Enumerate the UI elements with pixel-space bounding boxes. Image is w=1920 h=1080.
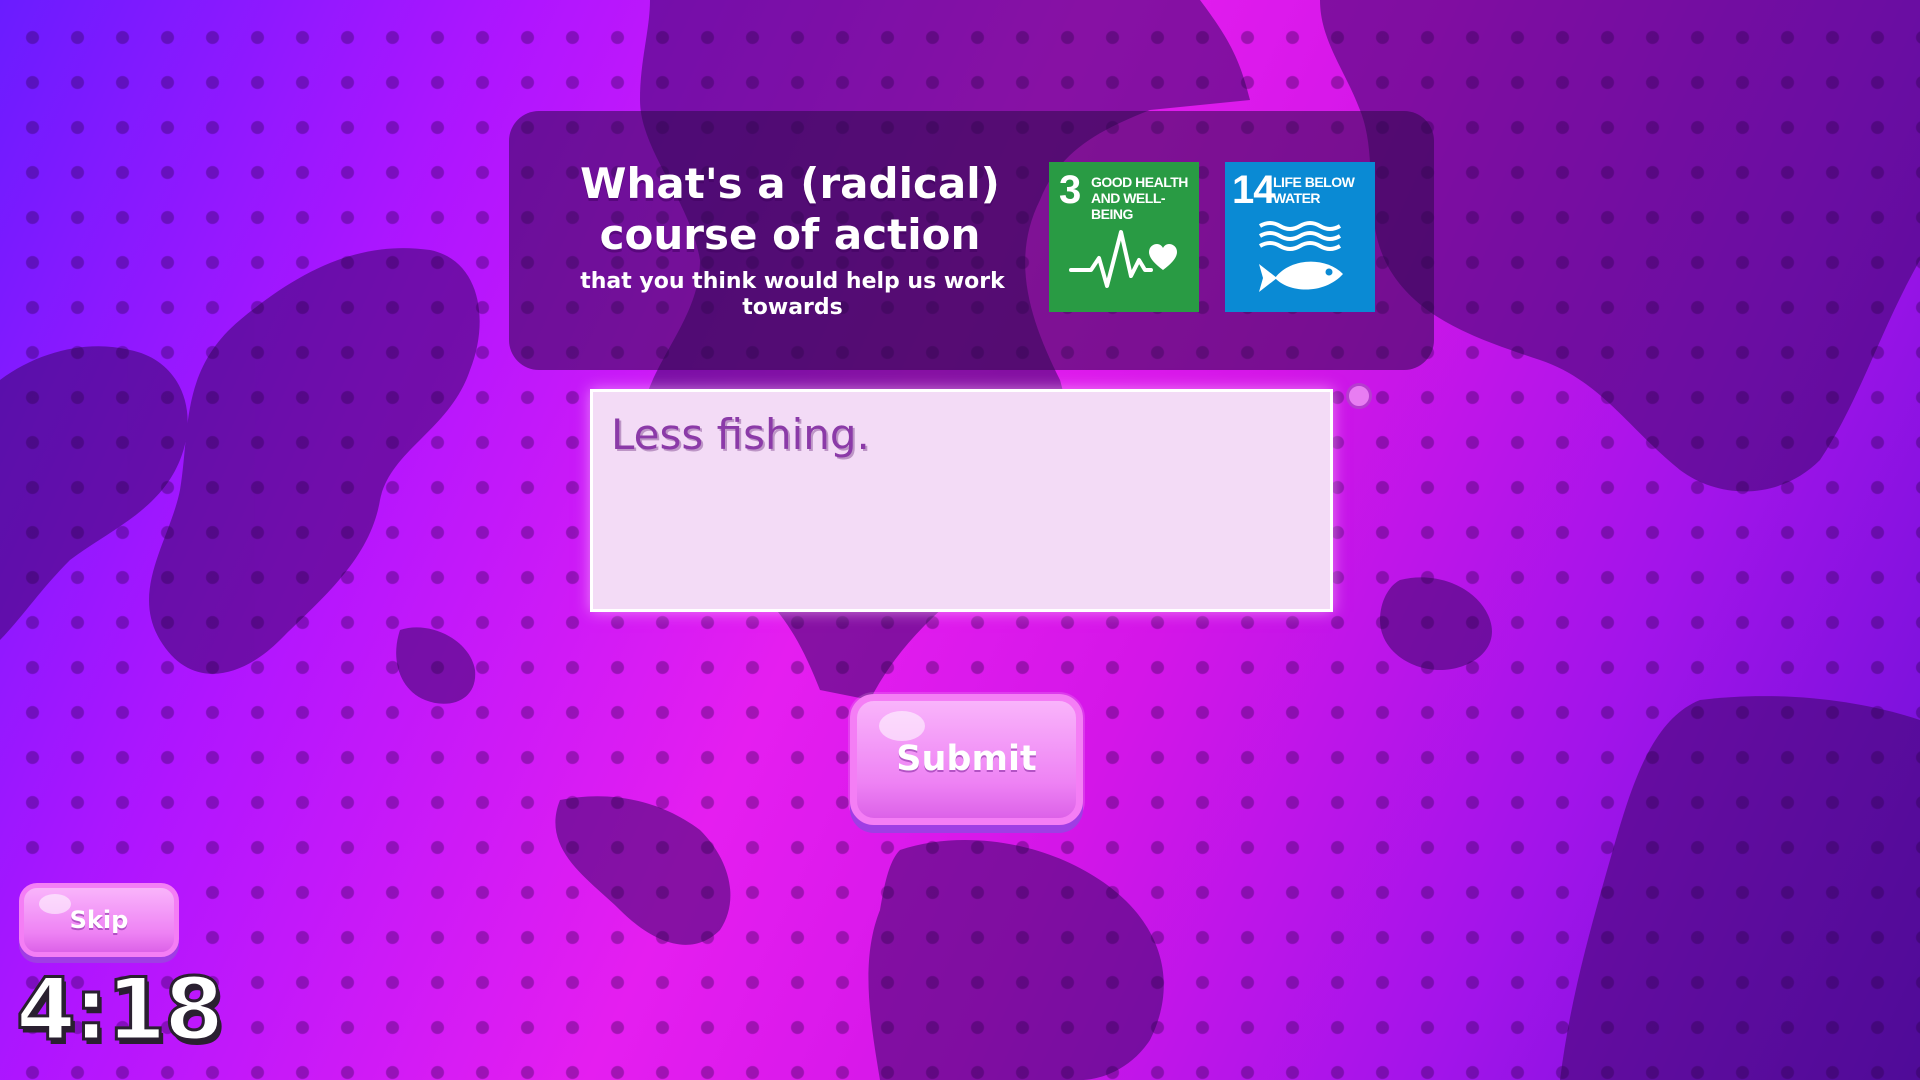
text-cursor-indicator-icon: [1346, 383, 1372, 409]
fish-waves-icon: [1258, 221, 1343, 292]
sdg-goal-title: Life Below Water: [1273, 174, 1355, 206]
answer-input[interactable]: Less fishing.: [590, 389, 1333, 612]
submit-button[interactable]: Submit: [850, 694, 1083, 825]
countdown-timer: 4:18: [15, 959, 226, 1062]
button-shine: [39, 894, 71, 914]
sdg-goal-14-tile: 14 Life Below Water: [1225, 162, 1375, 312]
heartbeat-icon: [1069, 230, 1177, 288]
sdg-goal-title: Good Health and Well-Being: [1091, 174, 1188, 222]
sdg-goal-number: 3: [1059, 168, 1081, 212]
sdg-goal-3-tile: 3 Good Health and Well-Being: [1049, 162, 1199, 312]
sdg-goal-number: 14: [1232, 168, 1275, 212]
prompt-subheading: that you think would help us work toward…: [580, 269, 1005, 320]
button-shine: [879, 711, 925, 741]
skip-button-label: Skip: [69, 906, 129, 934]
skip-button[interactable]: Skip: [19, 883, 179, 957]
submit-button-label: Submit: [896, 739, 1037, 779]
prompt-heading: What's a (radical) course of action: [580, 159, 1000, 259]
